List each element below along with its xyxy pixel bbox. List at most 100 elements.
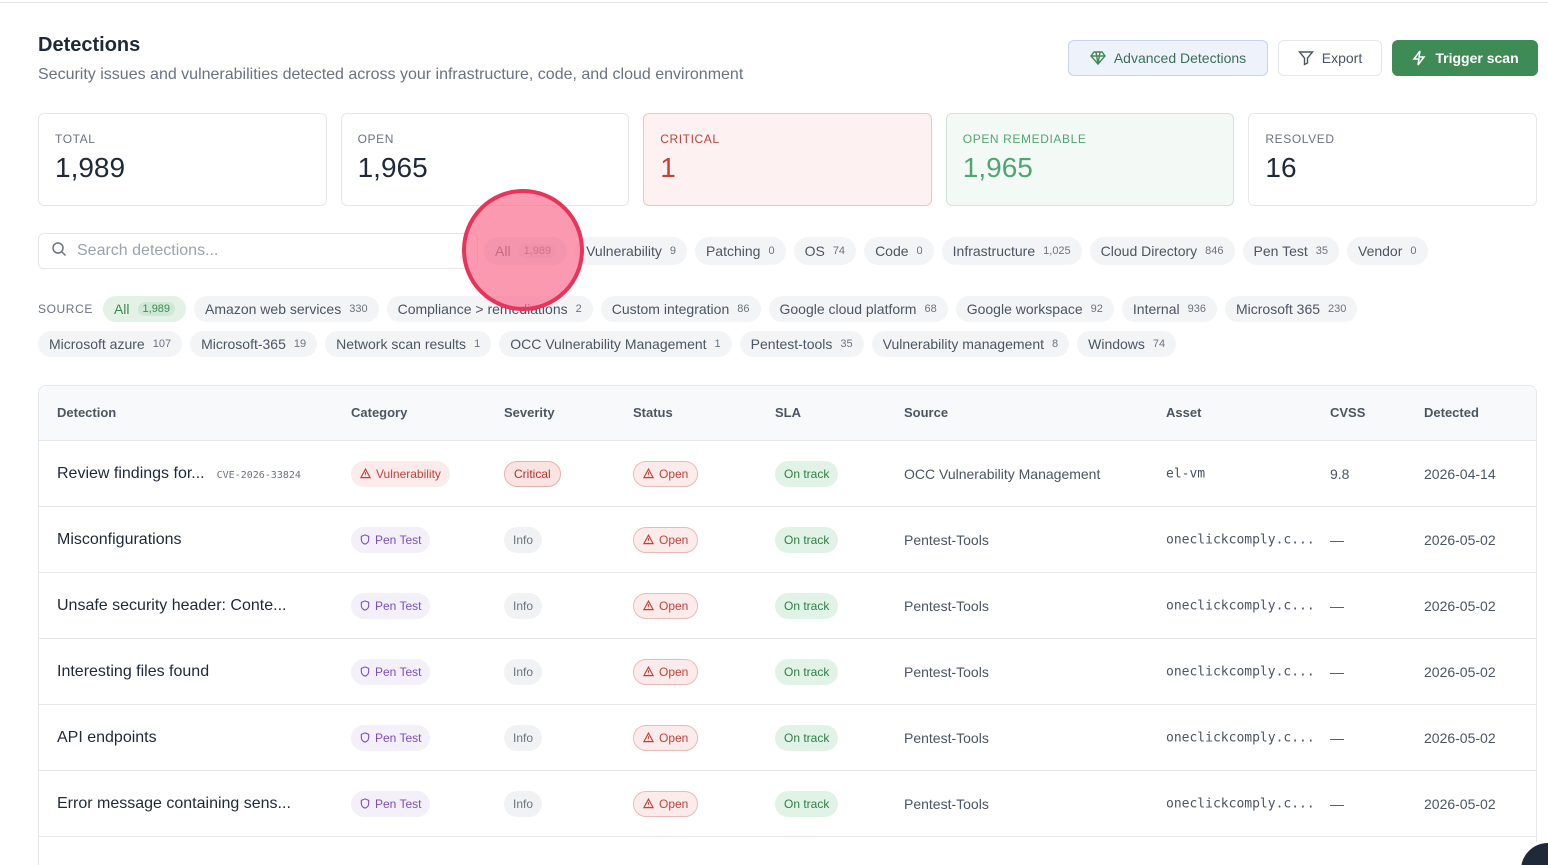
shield-icon <box>360 666 370 677</box>
source-chip-windows[interactable]: Windows 74 <box>1077 331 1177 357</box>
cvss-cell: — <box>1330 795 1344 812</box>
detected-cell: 2026-05-02 <box>1424 729 1496 746</box>
source-chip-aws[interactable]: Amazon web services 330 <box>194 296 379 322</box>
severity-cell: Info <box>504 658 543 685</box>
column-header-source[interactable]: Source <box>904 405 948 420</box>
category-chip-infrastructure[interactable]: Infrastructure 1,025 <box>941 237 1082 265</box>
export-label: Export <box>1321 50 1363 66</box>
source-chip-network-scan[interactable]: Network scan results 1 <box>325 331 492 357</box>
export-button[interactable]: Export <box>1278 40 1382 76</box>
category-chip-code[interactable]: Code 0 <box>864 237 934 265</box>
stat-open-remediable: OPEN REMEDIABLE 1,965 <box>945 113 1235 206</box>
detection-cell: API endpoints <box>57 729 157 747</box>
shield-icon <box>360 732 370 743</box>
source-chip-gcp[interactable]: Google cloud platform 68 <box>768 296 948 322</box>
table-row[interactable]: Interesting files found Pen Test Info Open O… <box>39 639 1536 705</box>
chip-label: Vendor <box>1358 243 1403 259</box>
column-header-severity[interactable]: Severity <box>504 405 555 420</box>
warning-icon <box>643 534 654 545</box>
stat-open-remediable-label: OPEN REMEDIABLE <box>962 132 1087 146</box>
detection-title[interactable]: API endpoints <box>57 729 157 746</box>
trigger-scan-button[interactable]: Trigger scan <box>1392 40 1538 76</box>
source-chip-pentest-tools[interactable]: Pentest-tools 35 <box>739 331 864 357</box>
source-chip-occ-vuln-mgmt[interactable]: OCC Vulnerability Management 1 <box>499 331 732 357</box>
stat-resolved: RESOLVED 16 <box>1248 113 1537 206</box>
chip-label: Cloud Directory <box>1100 243 1198 259</box>
advanced-detections-button[interactable]: Advanced Detections <box>1068 40 1268 76</box>
sla-cell: On track <box>775 526 839 553</box>
detection-title[interactable]: Unsafe security header: Conte... <box>57 597 286 614</box>
column-header-asset[interactable]: Asset <box>1166 405 1201 420</box>
chip-label: Patching <box>705 243 761 259</box>
source-chip-google-workspace[interactable]: Google workspace 92 <box>955 296 1114 322</box>
detection-title[interactable]: Misconfigurations <box>57 531 182 548</box>
detection-title[interactable]: Error message containing sens... <box>57 795 291 812</box>
category-badge: Pen Test <box>351 658 431 685</box>
status-cell: Open <box>633 724 699 751</box>
search-box[interactable] <box>38 233 478 269</box>
stat-resolved-label: RESOLVED <box>1265 132 1335 146</box>
chip-label: Code <box>875 243 909 259</box>
search-input[interactable] <box>77 242 457 260</box>
chip-count: 68 <box>924 303 937 315</box>
category-chip-vulnerability[interactable]: Vulnerability 9 <box>575 237 687 265</box>
column-header-detected[interactable]: Detected <box>1424 405 1479 420</box>
status-label: Open <box>659 532 689 547</box>
severity-cell: Info <box>504 592 543 619</box>
chip-count: 230 <box>1328 303 1347 315</box>
source-chip-vuln-mgmt[interactable]: Vulnerability management 8 <box>871 331 1070 357</box>
category-chip-patching[interactable]: Patching 0 <box>694 237 786 265</box>
chip-count: 1,025 <box>1043 245 1071 257</box>
status-badge: Open <box>633 790 699 817</box>
category-chip-os[interactable]: OS 74 <box>793 237 857 265</box>
category-chip-pen-test[interactable]: Pen Test 35 <box>1242 237 1339 265</box>
source-chip-internal[interactable]: Internal 936 <box>1121 296 1217 322</box>
shield-icon <box>360 600 370 611</box>
status-label: Open <box>659 730 689 745</box>
source-chip-all[interactable]: All 1,989 <box>102 296 187 322</box>
category-chip-cloud-directory[interactable]: Cloud Directory 846 <box>1089 237 1235 265</box>
table-row[interactable]: API endpoints Pen Test Info Open On track Pen… <box>39 705 1536 771</box>
detection-title[interactable]: Review findings for... <box>57 465 205 482</box>
stats-row: TOTAL 1,989 OPEN 1,965 CRITICAL 1 OPEN R… <box>38 113 1537 206</box>
table-row[interactable]: Misconfigurations Pen Test Info Open On trac… <box>39 507 1536 573</box>
category-filters: All 1,989 Vulnerability 9 Patching 0 OS 74 C… <box>484 237 1428 265</box>
chip-count: 107 <box>152 338 172 350</box>
column-header-sla[interactable]: SLA <box>775 405 801 420</box>
column-header-status[interactable]: Status <box>633 405 673 420</box>
source-cell: OCC Vulnerability Management <box>904 465 1101 482</box>
category-cell: Pen Test <box>351 526 431 553</box>
column-header-category[interactable]: Category <box>351 405 407 420</box>
detection-title[interactable]: Interesting files found <box>57 663 209 680</box>
column-header-cvss[interactable]: CVSS <box>1330 405 1365 420</box>
chip-count: 0 <box>1410 245 1417 257</box>
source-chip-compliance[interactable]: Compliance > remediations 2 <box>386 296 593 322</box>
column-header-detection[interactable]: Detection <box>57 405 116 420</box>
category-label: Pen Test <box>375 796 422 811</box>
search-icon <box>51 241 67 262</box>
stat-total: TOTAL 1,989 <box>38 113 327 206</box>
detection-cell: Error message containing sens... <box>57 795 291 813</box>
diamond-icon <box>1089 50 1106 66</box>
table-row[interactable]: Unsafe security header: Conte... Pen Test… <box>39 573 1536 639</box>
chip-label: All <box>113 301 130 317</box>
stat-open-label: OPEN <box>357 132 395 146</box>
category-label: Pen Test <box>375 532 422 547</box>
category-chip-all[interactable]: All 1,989 <box>484 237 568 265</box>
stat-critical-label: CRITICAL <box>660 132 720 146</box>
table-row[interactable]: Error message containing sens... Pen Test… <box>39 771 1536 837</box>
table-row[interactable]: Review findings for... CVE-2026-33824 Vuln… <box>39 441 1536 507</box>
chip-count: 330 <box>349 303 368 315</box>
detected-cell: 2026-05-02 <box>1424 597 1496 614</box>
cvss-cell: — <box>1330 531 1344 548</box>
source-chip-custom-integration[interactable]: Custom integration 86 <box>600 296 761 322</box>
source-chip-microsoft-azure[interactable]: Microsoft azure 107 <box>38 331 183 357</box>
warning-icon <box>643 798 654 809</box>
chip-label: Network scan results <box>336 336 467 352</box>
source-chip-microsoft-365-alt[interactable]: Microsoft-365 19 <box>190 331 318 357</box>
status-badge: Open <box>633 724 699 751</box>
category-chip-vendor[interactable]: Vendor 0 <box>1347 237 1428 265</box>
source-chip-microsoft-365[interactable]: Microsoft 365 230 <box>1224 296 1358 322</box>
detection-cell: Misconfigurations <box>57 531 182 549</box>
chip-label: Infrastructure <box>952 243 1036 259</box>
